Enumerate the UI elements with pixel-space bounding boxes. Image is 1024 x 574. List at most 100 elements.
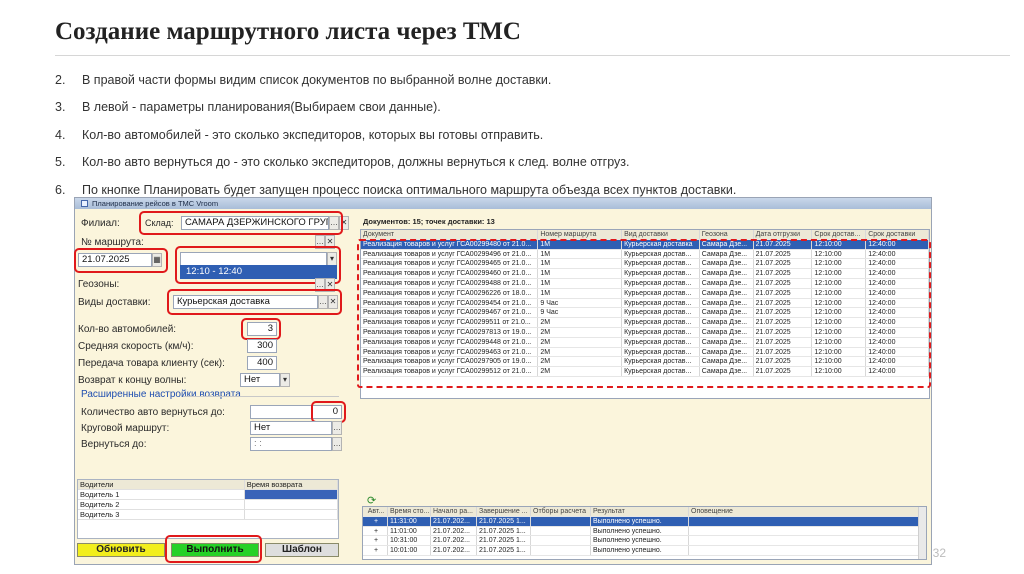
table-row[interactable]: Водитель 1 — [78, 490, 338, 500]
finish-cell: 21.07.2025 1... — [477, 526, 531, 536]
table-row[interactable]: +10:01:00 21.07.202... 21.07.2025 1... Выпо… — [363, 546, 926, 556]
table-row[interactable]: Водитель 3 — [78, 510, 338, 520]
auto-cell: + — [363, 516, 388, 526]
page-title: Создание маршрутного листа через ТМС — [55, 18, 521, 45]
auto-cell: + — [363, 546, 388, 555]
table-row[interactable]: +10:31:00 21.07.202... 21.07.2025 1... Выпо… — [363, 536, 926, 547]
auto-column-header[interactable]: Авт... — [363, 507, 388, 516]
driver-name: Водитель 1 — [78, 490, 245, 499]
table-row[interactable]: +11:31:00 21.07.202... 21.07.2025 1... Выпо… — [363, 516, 926, 527]
shipment-date-column-header[interactable]: Дата отгрузки — [754, 230, 813, 239]
drivers-column-header[interactable]: Водители — [78, 480, 245, 489]
start-cell: 21.07.202... — [431, 546, 477, 555]
return-cars-label: Количество авто вернуться до: — [81, 407, 225, 418]
notification-cell — [689, 546, 925, 555]
filters-cell — [531, 536, 591, 546]
result-cell: Выполнено успешно. — [591, 526, 689, 536]
advanced-settings-title: Расширенные настройки возврата — [81, 389, 241, 400]
driver-name: Водитель 3 — [78, 510, 245, 519]
bullet-text: По кнопке Планировать будет запущен проц… — [82, 182, 737, 197]
result-column-header[interactable]: Результат — [591, 507, 689, 516]
result-cell: Выполнено успешно. — [591, 516, 689, 526]
bullet-item: 4. Кол-во автомобилей - это сколько экспе… — [55, 121, 995, 149]
stop-time-cell: 11:31:00 — [388, 516, 431, 526]
highlight-return-cars — [311, 401, 346, 423]
return-until-select-button[interactable]: … — [332, 437, 342, 451]
bullet-item: 5. Кол-во авто вернуться до - это сколько… — [55, 149, 995, 177]
finish-cell: 21.07.2025 1... — [477, 536, 531, 546]
circular-route-select-button[interactable]: … — [332, 421, 342, 435]
filters-cell — [531, 526, 591, 536]
filters-column-header[interactable]: Отборы расчета — [531, 507, 591, 516]
route-number-label: № маршрута: — [81, 237, 144, 248]
highlight-delivery-types — [167, 289, 342, 315]
cars-count-label: Кол-во автомобилей: — [78, 324, 177, 335]
template-button[interactable]: Шаблон — [265, 543, 339, 557]
drivers-table: Водители Время возврата Водитель 1 Водит… — [77, 479, 339, 539]
geozone-column-header[interactable]: Геозона — [700, 230, 754, 239]
bullet-text: Кол-во автомобилей - это сколько экспеди… — [82, 127, 544, 142]
speed-label: Средняя скорость (км/ч): — [78, 341, 194, 352]
drivers-header-row: Водители Время возврата — [78, 480, 338, 490]
highlight-run-button — [165, 535, 262, 563]
return-until-label: Вернуться до: — [81, 439, 147, 450]
stop-time-cell: 11:01:00 — [388, 526, 431, 536]
driver-return-time[interactable] — [244, 490, 338, 499]
delivery-from-column-header[interactable]: Срок достав... — [812, 230, 867, 239]
refresh-button[interactable]: Обновить — [77, 543, 165, 557]
bullet-number: 4. — [55, 127, 66, 142]
driver-return-time[interactable] — [245, 500, 338, 509]
bullet-text: В левой - параметры планирования(Выбирае… — [82, 100, 441, 115]
circular-route-label: Круговой маршрут: — [81, 423, 170, 434]
start-column-header[interactable]: Начало ра... — [431, 507, 477, 516]
document-column-header[interactable]: Документ — [361, 230, 539, 239]
delivery-type-column-header[interactable]: Вид доставки — [622, 230, 700, 239]
results-header-row: Авт... Время сто... Начало ра... Заверше… — [363, 507, 926, 517]
finish-cell: 21.07.2025 1... — [477, 546, 531, 555]
window-titlebar: Планирование рейсов в ТМС Vroom — [75, 198, 931, 209]
bullet-number: 5. — [55, 155, 66, 170]
stop-time-column-header[interactable]: Время сто... — [388, 507, 431, 516]
handover-label: Передача товара клиенту (сек): — [78, 358, 225, 369]
handover-field[interactable]: 400 — [247, 356, 277, 370]
result-cell: Выполнено успешно. — [591, 536, 689, 546]
advanced-settings-divider — [183, 396, 339, 397]
table-row[interactable]: +11:01:00 21.07.202... 21.07.2025 1... Выпо… — [363, 526, 926, 537]
geozones-label: Геозоны: — [78, 279, 120, 290]
bullet-text: Кол-во авто вернуться до - это сколько э… — [82, 155, 630, 170]
notification-cell — [689, 526, 925, 536]
results-table: Авт... Время сто... Начало ра... Заверше… — [362, 506, 927, 560]
notification-cell — [689, 536, 925, 546]
route-number-column-header[interactable]: Номер маршрута — [538, 230, 623, 239]
delivery-to-column-header[interactable]: Срок доставки — [866, 230, 929, 239]
window-title: Планирование рейсов в ТМС Vroom — [92, 199, 219, 208]
filters-cell — [531, 546, 591, 555]
driver-return-time[interactable] — [245, 510, 338, 519]
table-row[interactable]: Водитель 2 — [78, 500, 338, 510]
return-end-wave-select[interactable]: Нет — [240, 373, 280, 387]
finish-column-header[interactable]: Завершение ... — [477, 507, 531, 516]
slide-number: 32 — [932, 546, 946, 560]
return-time-column-header[interactable]: Время возврата — [245, 480, 338, 489]
speed-field[interactable]: 300 — [247, 339, 277, 353]
bullet-number: 3. — [55, 100, 66, 115]
delivery-types-label: Виды доставки: — [78, 297, 151, 308]
bullet-item: 3. В левой - параметры планирования(Выбир… — [55, 94, 995, 122]
auto-cell: + — [363, 536, 388, 546]
highlight-cars-count — [241, 318, 281, 340]
return-until-field[interactable]: : : — [250, 437, 332, 451]
documents-caption: Документов: 15; точек доставки: 13 — [363, 217, 495, 226]
bullet-text: В правой части формы видим список докуме… — [82, 72, 552, 87]
notification-column-header[interactable]: Оповещение — [689, 507, 925, 516]
chevron-down-icon[interactable]: ▾ — [280, 373, 290, 387]
notification-cell — [689, 516, 925, 526]
highlight-documents — [357, 239, 931, 388]
circular-route-field[interactable]: Нет — [250, 421, 332, 435]
start-cell: 21.07.202... — [431, 536, 477, 546]
results-scrollbar[interactable] — [918, 507, 926, 559]
stop-time-cell: 10:01:00 — [388, 546, 431, 555]
bullet-number: 2. — [55, 72, 66, 87]
bullet-list: 2. В правой части формы видим список доку… — [55, 66, 995, 204]
finish-cell: 21.07.2025 1... — [477, 516, 531, 526]
bullet-item: 2. В правой части формы видим список доку… — [55, 66, 995, 94]
